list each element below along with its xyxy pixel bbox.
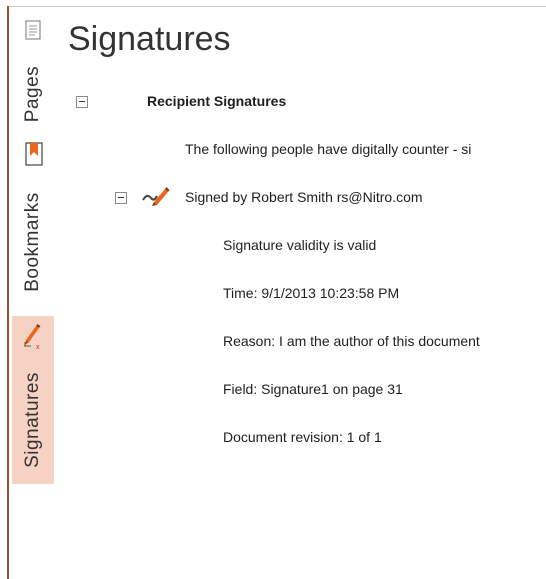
bookmark-icon [25,142,43,171]
signatures-description: The following people have digitally coun… [185,141,472,157]
collapse-recipient-signatures-toggle[interactable] [76,96,88,108]
tab-pages[interactable]: Pages [12,14,54,130]
signed-pen-icon [141,184,173,213]
sidebar-divider [7,6,9,579]
pages-icon [25,20,41,45]
signature-reason: Reason: I am the author of this document [223,333,480,349]
document-revision: Document revision: 1 of 1 [223,429,382,445]
collapse-signer-toggle[interactable] [115,192,127,204]
tab-signatures-label: Signatures [22,372,43,468]
tab-signatures[interactable]: x Signatures [12,316,54,484]
signature-pen-icon: x [22,320,46,355]
signature-time: Time: 9/1/2013 10:23:58 PM [223,285,400,301]
panel-title: Signatures [68,20,231,58]
top-divider [9,6,546,7]
signature-validity: Signature validity is valid [223,237,377,253]
signer-line[interactable]: Signed by Robert Smith rs@Nitro.com [185,189,423,205]
tab-bookmarks-label: Bookmarks [22,192,43,292]
tab-bookmarks[interactable]: Bookmarks [12,138,54,308]
svg-text:x: x [36,344,40,350]
signature-field: Field: Signature1 on page 31 [223,381,403,397]
section-heading: Recipient Signatures [147,93,287,109]
tab-pages-label: Pages [22,65,43,123]
